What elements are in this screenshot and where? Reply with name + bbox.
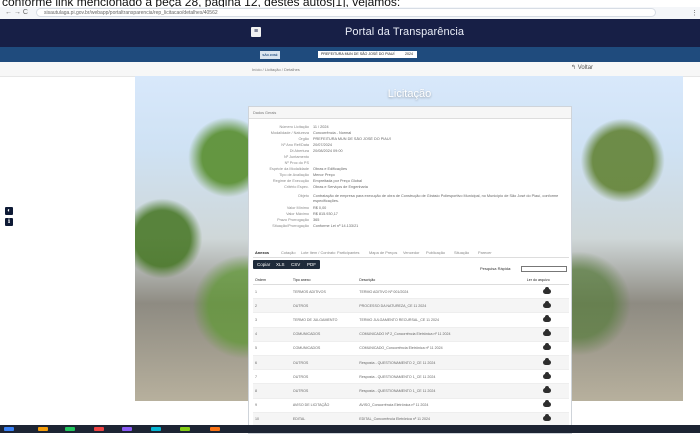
table-row[interactable]: 2 OUTROS PROCESSO DA NATUREZA_CE 11 2024: [253, 298, 569, 314]
table-row[interactable]: 8 OUTROS Resposta - QUESTIONAMENTO 1_CE 11…: [253, 383, 569, 399]
taskbar-app-icon[interactable]: [122, 427, 132, 431]
column-header-arquivo[interactable]: Ler do arquivo: [524, 276, 569, 285]
field-row: Situação/Prorrogação Conforme Lei nº 14.1…: [272, 224, 359, 228]
download-cloud-icon[interactable]: [542, 414, 551, 422]
download-cloud-icon[interactable]: [542, 385, 551, 393]
details-tabs: Anexos Cotação Lote Item / Contrato Part…: [253, 247, 569, 258]
field-row: Nº Juntamento: [283, 155, 309, 159]
field-row: Objeto Contratação de empresa para execuç…: [297, 194, 559, 203]
download-cloud-icon[interactable]: [542, 357, 551, 365]
tab-cotacao[interactable]: Cotação: [281, 250, 296, 255]
column-header-descricao[interactable]: Descrição: [357, 276, 525, 285]
table-row[interactable]: 4 COMUNICADOS COMUNICADO Nº 2_Concorrência…: [253, 327, 569, 342]
menu-icon[interactable]: ≡: [251, 27, 261, 37]
tab-publicacao[interactable]: Publicação: [426, 250, 445, 255]
table-row[interactable]: 9 AVISO DE LICITAÇÃO AVISO_Concorrência El…: [253, 398, 569, 413]
column-header-tipo[interactable]: Tipo anexo: [290, 276, 358, 285]
field-row: Dt Abertura 20/08/2024 09:00: [289, 149, 343, 153]
back-button[interactable]: ↰ Voltar: [571, 64, 593, 71]
page-title: Licitação: [387, 88, 432, 100]
download-cloud-icon[interactable]: [542, 329, 551, 337]
taskbar-app-icon[interactable]: [94, 427, 104, 431]
side-dock-icon-2[interactable]: ℹ: [5, 218, 13, 226]
portal-title: Portal da Transparência: [345, 26, 465, 38]
field-row: Valor Mínimo R$ 0,00: [286, 206, 327, 210]
taskbar-app-icon[interactable]: [38, 427, 48, 431]
download-cloud-icon[interactable]: [542, 300, 551, 308]
download-cloud-icon[interactable]: [542, 286, 551, 294]
attachments-table: Ordem Tipo anexo Descrição Ler do arquiv…: [253, 276, 569, 427]
tab-situacao[interactable]: Situação: [454, 250, 469, 255]
tab-mapa-precos[interactable]: Mapa de Preços: [369, 250, 397, 255]
municipality-logo: SÃO JOSÉ DO PIAUÍ: [260, 51, 280, 65]
table-row[interactable]: 7 OUTROS Resposta - QUESTIONAMENTO 1_CE 11…: [253, 369, 569, 385]
side-dock-icon-1[interactable]: ◐: [5, 207, 13, 215]
breadcrumb-bar: Início / Licitação / Detalhes ↰ Voltar: [0, 62, 700, 77]
taskbar-app-icon[interactable]: [180, 427, 190, 431]
taskbar-app-icon[interactable]: [210, 427, 220, 431]
csv-button[interactable]: CSV: [287, 260, 305, 269]
breadcrumb[interactable]: Início / Licitação / Detalhes: [252, 67, 300, 72]
field-row: Modalidade / Natureza Concorrência - Norm…: [270, 131, 352, 135]
taskbar-app-icon[interactable]: [65, 427, 75, 431]
tab-participantes[interactable]: Participantes: [337, 250, 360, 255]
year-select[interactable]: 2024: [401, 51, 417, 58]
field-row: Orgão PREFEITURA MUN DE SÃO JOSÉ DO PIAUÍ: [298, 137, 391, 141]
field-row: Critério Espec. Obras e Serviços de Engen…: [284, 185, 368, 189]
field-row: Valor Máximo R$ 815.930,17: [286, 212, 338, 216]
table-row[interactable]: 6 OUTROS Resposta - QUESTIONAMENTO 2_CE 11…: [253, 355, 569, 371]
field-row: Prazo Prorrogação 365: [277, 218, 320, 222]
field-row: Nº Ano Ref/Data 20/07/2024: [281, 143, 333, 147]
column-header-ordem[interactable]: Ordem: [253, 276, 291, 285]
download-cloud-icon[interactable]: [542, 400, 551, 408]
tab-lote-item-contrato[interactable]: Lote Item / Contrato: [301, 250, 335, 255]
start-icon[interactable]: [4, 427, 14, 431]
tab-vencedor[interactable]: Vencedor: [403, 250, 419, 255]
download-cloud-icon[interactable]: [542, 343, 551, 351]
pdf-button[interactable]: PDF: [303, 260, 320, 269]
field-row: Nº Proc do PS: [284, 161, 309, 165]
field-row: Espécie da Modalidade Obras e Edificações: [269, 167, 347, 171]
windows-taskbar: [0, 425, 700, 433]
search-input[interactable]: [521, 266, 567, 272]
field-row: Número Licitação 11 / 2024: [279, 125, 329, 129]
browser-nav-icons[interactable]: ← → C: [5, 9, 28, 16]
address-bar[interactable]: sisautulaga.pi.gov.br/webapp/portaltrans…: [36, 8, 656, 17]
download-cloud-icon[interactable]: [542, 314, 551, 322]
tab-parecer[interactable]: Parecer: [478, 250, 492, 255]
field-row: Regime de Execução Empreitada por Preço G…: [272, 179, 362, 183]
table-row[interactable]: 3 TERMO DE JULGAMENTO TERMO JULGAMENTO REC…: [253, 312, 569, 328]
tab-anexos[interactable]: Anexos: [255, 250, 269, 255]
taskbar-app-icon[interactable]: [151, 427, 161, 431]
field-row: Tipo de Avaliação Menor Preço: [279, 173, 335, 177]
table-row[interactable]: 1 TERMOS ADITIVOS TERMO ADITIVO Nº 001/202…: [253, 284, 569, 300]
entity-select[interactable]: PREFEITURA MUN DE SÃO JOSÉ DO PIAUÍ: [318, 51, 402, 58]
search-label: Pesquisa Rápida:: [480, 266, 512, 271]
download-cloud-icon[interactable]: [542, 371, 551, 379]
details-header: Dados Gerais: [249, 107, 571, 119]
filter-strip: SÃO JOSÉ DO PIAUÍ PREFEITURA MUN DE SÃO …: [0, 47, 700, 65]
table-row[interactable]: 5 COMUNICADOS COMUNICADO_Concorrência Elet…: [253, 341, 569, 356]
licitacao-details-panel: Dados Gerais Número Licitação 11 / 2024 M…: [248, 106, 572, 434]
site-header: ≡ Portal da Transparência: [0, 19, 700, 47]
browser-menu-icon[interactable]: ⋮: [691, 9, 698, 17]
